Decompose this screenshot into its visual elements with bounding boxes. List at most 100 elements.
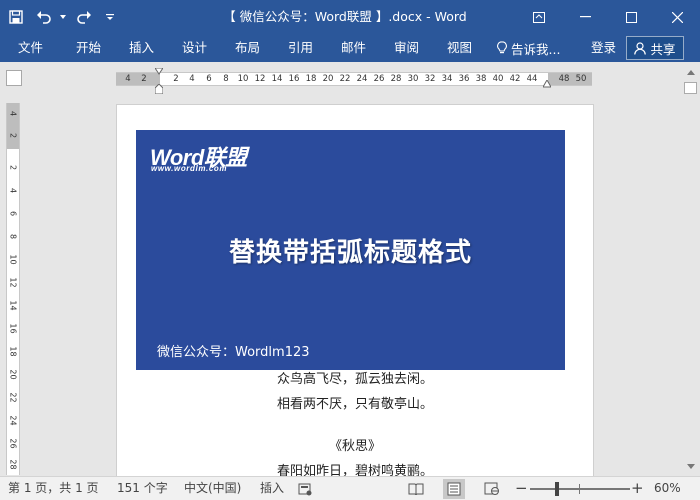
zoom-in-button[interactable]: + [631,477,644,500]
ruler-tick-label: 20 [322,74,334,84]
tab-mailings[interactable]: 邮件 [341,34,366,62]
person-icon [634,41,647,55]
tab-design[interactable]: 设计 [182,34,207,62]
undo-button[interactable] [32,0,56,34]
tab-review[interactable]: 审阅 [394,34,419,62]
zoom-slider[interactable] [530,488,630,490]
tab-home[interactable]: 开始 [76,34,101,62]
zoom-out-button[interactable]: − [515,477,528,500]
ruler-tick-label: 30 [407,74,419,84]
lightbulb-icon [497,41,507,55]
zoom-slider-center [579,484,580,494]
web-layout-icon [484,482,499,495]
save-button[interactable] [0,0,32,34]
ruler-tick-label: 26 [8,438,18,449]
ruler-tick-label: 48 [558,74,570,84]
macro-icon [298,483,312,496]
header-image[interactable]: Word联盟 www.wordlm.com 替换带括弧标题格式 微信公众号：Wo… [136,130,565,370]
title-bar: 【 微信公众号：Word联盟 】.docx - Word [0,0,700,34]
maximize-button[interactable] [608,0,654,34]
page-count[interactable]: 第 1 页，共 1 页 [8,477,99,500]
zoom-slider-thumb[interactable] [555,482,560,496]
zoom-level[interactable]: 60% [654,477,681,500]
ruler-tick-label: 22 [8,392,18,403]
first-line-indent-marker[interactable] [155,68,163,76]
scroll-down-button[interactable] [681,458,700,475]
undo-dropdown-button[interactable] [56,0,70,34]
print-layout-button[interactable] [443,479,465,499]
ruler-tick-label: 4 [8,187,18,194]
document-line[interactable]: 《秋思》 [116,435,594,454]
save-icon [9,10,23,24]
language-indicator[interactable]: 中文(中国) [184,477,241,500]
customize-toolbar-button[interactable] [98,0,122,34]
macro-record-button[interactable] [298,481,312,497]
close-icon [671,11,683,23]
web-layout-button[interactable] [481,479,503,499]
word-count[interactable]: 151 个字 [117,477,168,500]
redo-button[interactable] [70,0,98,34]
share-button[interactable]: 共享 [626,36,684,60]
scroll-up-button[interactable] [681,64,700,81]
vertical-scrollbar[interactable] [681,62,700,476]
tell-me-box[interactable]: 告诉我... [497,34,560,62]
minimize-button[interactable] [562,0,608,34]
vertical-ruler[interactable]: 4 2 2 4 6 8 10 12 14 16 18 20 22 24 26 28 [6,103,20,475]
tab-view[interactable]: 视图 [447,34,472,62]
ruler-tick-label: 14 [271,74,283,84]
ruler-tick-label: 10 [8,254,18,265]
ruler-tick-label: 44 [526,74,538,84]
ribbon-tabs: 文件 开始 插入 设计 布局 引用 邮件 审阅 视图 告诉我... 登录 共享 [0,34,700,62]
page-layout-icon [447,482,461,496]
read-mode-button[interactable] [405,479,427,499]
ruler-tick-label: 20 [8,369,18,380]
tab-file[interactable]: 文件 [18,34,43,62]
ribbon-display-button[interactable] [516,0,562,34]
ruler-tick-label: 4 [125,74,131,84]
ruler-tick-label: 24 [8,415,18,426]
ruler-tick-label: 2 [173,74,179,84]
ruler-tick-label: 36 [458,74,470,84]
maximize-icon [625,11,637,23]
ruler-tick-label: 6 [206,74,212,84]
ruler-tick-label: 28 [8,459,18,470]
hanging-indent-marker[interactable] [155,84,163,94]
ruler-tick-label: 38 [475,74,487,84]
ruler-tick-label: 32 [424,74,436,84]
undo-icon [37,11,51,24]
document-line[interactable]: 相看两不厌，只有敬亭山。 [116,393,594,412]
ruler-tick-label: 2 [141,74,147,84]
quick-access-toolbar [0,0,122,34]
document-line[interactable]: 众鸟高飞尽，孤云独去闲。 [116,368,594,387]
window-title: 【 微信公众号：Word联盟 】.docx - Word [223,9,467,24]
tab-references[interactable]: 引用 [288,34,313,62]
ruler-tick-label: 26 [373,74,385,84]
tab-insert[interactable]: 插入 [129,34,154,62]
horizontal-ruler[interactable]: 4 2 2 4 6 8 10 12 14 16 18 20 22 24 26 28 30 32 34 36 38 40 42… [116,72,592,86]
share-label: 共享 [650,41,676,57]
tab-layout[interactable]: 布局 [235,34,260,62]
banner-footer: 微信公众号：Wordlm123 [157,345,310,360]
tab-selector-button[interactable] [6,70,22,86]
ruler-left-margin [116,73,160,85]
banner-title: 替换带括弧标题格式 [228,238,472,268]
ruler-tick-label: 42 [509,74,521,84]
scrollbar-thumb[interactable] [684,82,697,94]
chevron-up-icon [686,70,695,75]
insert-mode[interactable]: 插入 [260,477,284,500]
ruler-tick-label: 8 [8,233,18,240]
close-button[interactable] [654,0,700,34]
ruler-tick-label: 16 [8,323,18,334]
ruler-tick-label: 12 [8,277,18,288]
ruler-tick-label: 4 [189,74,195,84]
book-icon [408,483,424,495]
ruler-tick-label: 6 [8,210,18,217]
ruler-tick-label: 22 [339,74,351,84]
ruler-tick-label: 24 [356,74,368,84]
minimize-icon [579,16,591,18]
right-indent-marker[interactable] [543,80,551,88]
ruler-tick-label: 4 [8,110,18,117]
ruler-tick-label: 12 [254,74,266,84]
ruler-tick-label: 2 [8,132,18,139]
login-link[interactable]: 登录 [591,34,616,62]
